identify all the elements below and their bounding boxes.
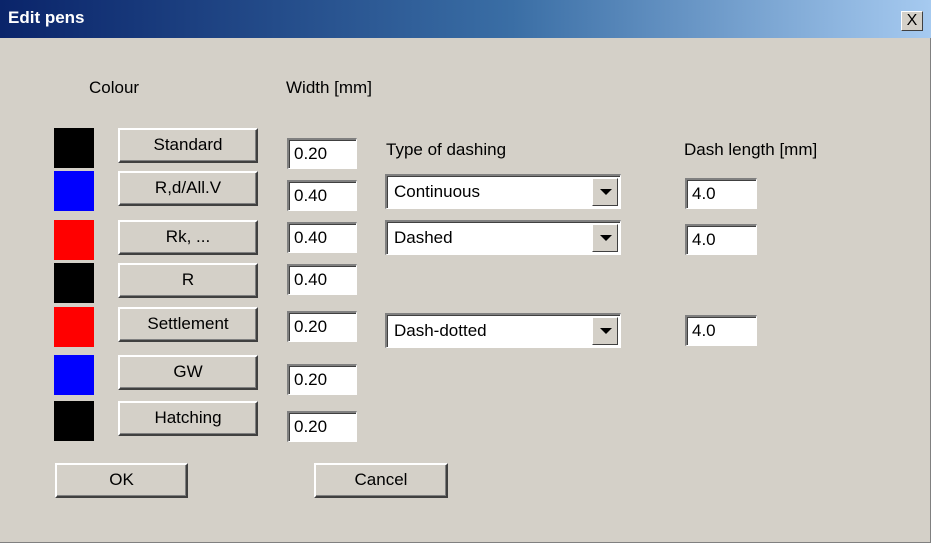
dash-length-header: Dash length [mm] — [684, 140, 818, 159]
color-swatch-settlement[interactable] — [54, 307, 94, 347]
edit-pens-dialog: Edit pens X Colour Width [mm] Type of da… — [0, 0, 931, 543]
dashing-value: Dashed — [394, 228, 453, 247]
chevron-down-icon[interactable] — [592, 224, 618, 252]
width-input-settlement[interactable]: 0.20 — [287, 311, 357, 342]
chevron-down-icon[interactable] — [592, 178, 618, 206]
dashing-select-rk[interactable]: Dashed — [385, 220, 621, 255]
width-input-hatching[interactable]: 0.20 — [287, 411, 357, 442]
width-input-rk[interactable]: 0.40 — [287, 222, 357, 253]
colour-header: Colour — [89, 78, 140, 97]
width-header: Width [mm] — [286, 78, 372, 97]
color-swatch-rk[interactable] — [54, 220, 94, 260]
color-swatch-r[interactable] — [54, 263, 94, 303]
dashing-value: Continuous — [394, 182, 481, 201]
chevron-down-icon[interactable] — [592, 317, 618, 345]
pen-button-standard[interactable]: Standard — [118, 128, 258, 163]
close-button[interactable]: X — [901, 11, 923, 31]
type-of-dashing-header: Type of dashing — [386, 140, 507, 159]
dash-length-input-rk[interactable]: 4.0 — [685, 224, 757, 255]
title-bar[interactable]: Edit pens X — [0, 0, 931, 38]
color-swatch-hatching[interactable] — [54, 401, 94, 441]
close-icon: X — [906, 12, 918, 29]
ok-button[interactable]: OK — [55, 463, 188, 498]
width-input-rd-allv[interactable]: 0.40 — [287, 180, 357, 211]
color-swatch-standard[interactable] — [54, 128, 94, 168]
color-swatch-rd-allv[interactable] — [54, 171, 94, 211]
dash-length-input-settlement[interactable]: 4.0 — [685, 315, 757, 346]
pen-button-settlement[interactable]: Settlement — [118, 307, 258, 342]
dash-length-input-rd-allv[interactable]: 4.0 — [685, 178, 757, 209]
width-input-standard[interactable]: 0.20 — [287, 138, 357, 169]
color-swatch-gw[interactable] — [54, 355, 94, 395]
pen-button-gw[interactable]: GW — [118, 355, 258, 390]
dashing-select-settlement[interactable]: Dash-dotted — [385, 313, 621, 348]
pen-button-rk[interactable]: Rk, ... — [118, 220, 258, 255]
pen-button-r[interactable]: R — [118, 263, 258, 298]
window-title: Edit pens — [8, 8, 85, 27]
pen-button-hatching[interactable]: Hatching — [118, 401, 258, 436]
pen-button-rd-allv[interactable]: R,d/All.V — [118, 171, 258, 206]
dashing-value: Dash-dotted — [394, 321, 487, 340]
width-input-gw[interactable]: 0.20 — [287, 364, 357, 395]
cancel-button[interactable]: Cancel — [314, 463, 448, 498]
width-input-r[interactable]: 0.40 — [287, 264, 357, 295]
dashing-select-rd-allv[interactable]: Continuous — [385, 174, 621, 209]
